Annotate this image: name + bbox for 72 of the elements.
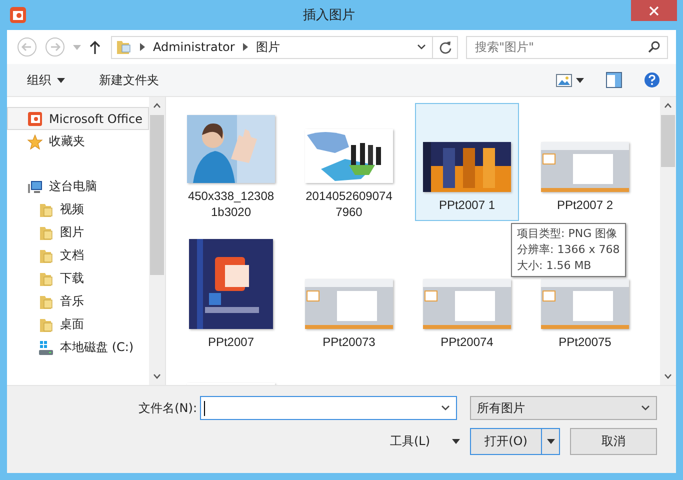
scroll-up-icon[interactable] [664,103,672,108]
close-icon [649,6,659,16]
breadcrumb[interactable]: 图片 [256,38,280,56]
search-icon [648,40,660,52]
sidebar-item[interactable]: 文档 [7,244,149,267]
tooltip-line: 项目类型: PNG 图像 [517,226,618,242]
file-item[interactable]: PPt20074 [415,240,519,358]
app-icon [9,6,27,24]
sidebar-item[interactable]: 桌面 [7,313,149,336]
file-item[interactable]: PPt2007 1 [415,103,519,221]
cancel-button[interactable]: 取消 [570,428,657,455]
filename-field[interactable] [200,396,457,420]
tools-menu[interactable]: 工具(L) [390,433,466,450]
window-title: 插入图片 [302,7,356,24]
computer-icon [27,178,43,194]
new-folder-button[interactable]: 新建文件夹 [91,68,167,92]
scrollbar[interactable] [149,97,165,385]
close-button[interactable] [631,0,677,21]
address-bar[interactable]: Administrator 图片 [111,36,433,58]
star-icon [27,134,43,150]
scroll-thumb[interactable] [150,115,164,275]
view-caret-icon[interactable] [576,78,584,82]
sidebar-item[interactable]: 音乐 [7,290,149,313]
organize-menu[interactable]: 组织 [19,68,73,92]
folder-icon [116,39,132,55]
scroll-down-icon[interactable] [664,374,672,379]
open-button[interactable]: 打开(O) [470,428,542,455]
folder-icon [38,316,54,332]
folder-icon [38,202,54,218]
view-icon[interactable] [556,74,572,86]
file-item[interactable]: PPt2007 [179,240,283,358]
filetype-dropdown[interactable]: 所有图片 [470,396,657,420]
scroll-thumb[interactable] [661,115,675,167]
file-item[interactable]: PPt2007 2 [533,103,637,221]
chevron-icon [417,44,426,50]
sidebar-item[interactable]: Microsoft Office [7,107,149,130]
chevron-icon [641,405,650,411]
caret-icon [546,439,554,444]
chevron-icon [441,405,450,411]
sidebar-item[interactable]: 视频 [7,198,149,221]
sidebar-item[interactable]: 图片 [7,221,149,244]
refresh-button[interactable] [433,36,458,58]
sidebar-item[interactable]: 这台电脑 [7,175,149,198]
open-options-button[interactable] [542,428,560,455]
caret-icon [452,439,460,444]
breadcrumb-arrow-icon [140,43,145,51]
sidebar-item[interactable]: 下载 [7,267,149,290]
search-field[interactable]: 搜索"图片" [466,36,668,58]
scroll-up-icon[interactable] [153,103,161,108]
filename-label: 文件名(N): [138,400,197,416]
sidebar-item[interactable]: 本地磁盘 (C:) [7,336,149,359]
tooltip-line: 分辨率: 1366 x 768 [517,242,620,258]
help-icon[interactable] [644,72,660,88]
scrollbar[interactable] [660,97,676,385]
file-item[interactable]: 450x338_123081b3020 [179,103,283,221]
refresh-icon [438,40,452,54]
folder-icon [38,248,54,264]
scroll-down-icon[interactable] [153,374,161,379]
breadcrumb-arrow-icon [242,43,248,51]
breadcrumb[interactable]: Administrator [153,40,235,54]
file-item[interactable]: PPt20073 [297,240,401,358]
tooltip-line: 大小: 1.56 MB [517,258,592,274]
preview-pane-icon[interactable] [606,72,622,88]
folder-icon [38,270,54,286]
folder-icon [38,224,54,240]
drive-icon [38,340,54,356]
file-item[interactable]: 20140526090747960 [297,103,401,221]
caret-icon [57,78,65,82]
folder-icon [38,294,54,310]
office-icon [27,110,43,126]
sidebar-item[interactable]: 收藏夹 [7,130,149,153]
up-arrow-icon[interactable] [89,40,101,54]
